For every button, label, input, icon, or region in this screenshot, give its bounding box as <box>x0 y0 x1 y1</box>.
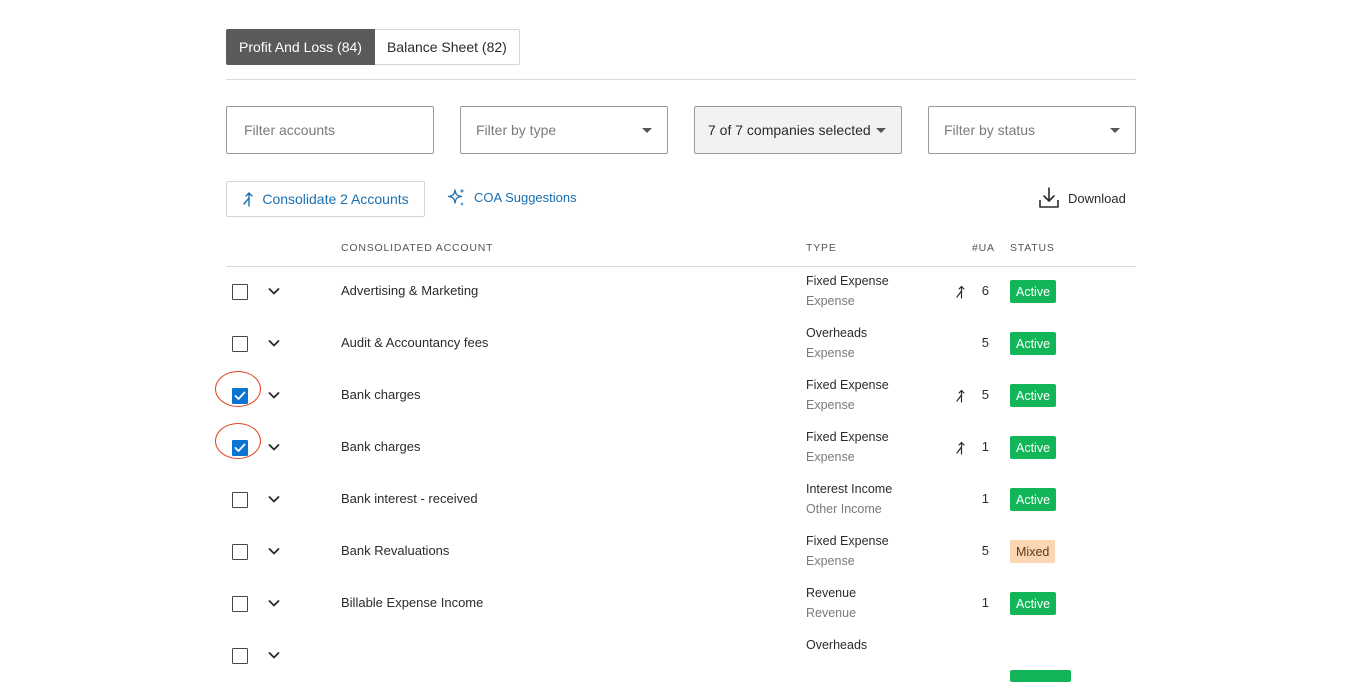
chevron-down-icon[interactable] <box>267 648 281 662</box>
sparkle-icon <box>447 188 465 206</box>
unconsolidated-count: 1 <box>981 439 989 454</box>
coa-suggestions-label: COA Suggestions <box>474 190 577 205</box>
status-badge: Active <box>1010 280 1057 303</box>
account-name: Advertising & Marketing <box>341 283 479 298</box>
status-badge <box>1010 670 1071 682</box>
account-subtype: Expense <box>806 554 855 568</box>
status-badge: Active <box>1010 332 1057 355</box>
companies-select-value: 7 of 7 companies selected <box>708 122 871 138</box>
unconsolidated-count: 5 <box>981 387 989 402</box>
account-name: Bank Revaluations <box>341 543 450 558</box>
caret-down-icon <box>642 128 652 133</box>
row-select-checkbox[interactable] <box>232 336 248 352</box>
chevron-down-icon[interactable] <box>267 388 281 402</box>
chevron-down-icon[interactable] <box>267 440 281 454</box>
coa-suggestions-button[interactable]: COA Suggestions <box>446 187 577 208</box>
table-header: CONSOLIDATED ACCOUNT TYPE #UA STATUS <box>226 238 1136 267</box>
chevron-down-icon[interactable] <box>267 596 281 610</box>
table-row[interactable]: Overheads <box>226 630 1136 682</box>
unconsolidated-count: 1 <box>981 595 989 610</box>
unconsolidated-count: 5 <box>981 543 989 558</box>
table-row[interactable]: Bank charges Fixed Expense Expense 1 Active <box>215 422 1136 474</box>
status-badge: Active <box>1010 592 1057 615</box>
table-row[interactable]: Billable Expense Income Revenue Revenue 1 Ac… <box>226 578 1136 630</box>
merge-arrow-icon <box>243 192 254 207</box>
table-row[interactable]: Bank charges Fixed Expense Expense 5 Active <box>215 370 1136 422</box>
account-name: Bank interest - received <box>341 491 478 506</box>
table-row[interactable]: Bank Revaluations Fixed Expense Expense 5 Mi… <box>226 526 1136 578</box>
account-subtype: Other Income <box>806 502 882 516</box>
caret-down-icon <box>876 128 886 133</box>
download-label: Download <box>1068 190 1126 206</box>
row-select-checkbox[interactable] <box>232 440 248 456</box>
filter-type-placeholder: Filter by type <box>476 122 557 138</box>
row-select-checkbox[interactable] <box>232 596 248 612</box>
row-select-checkbox[interactable] <box>232 544 248 560</box>
table-row[interactable]: Audit & Accountancy fees Overheads Expense… <box>226 318 1136 370</box>
caret-down-icon <box>1110 128 1120 133</box>
row-select-checkbox[interactable] <box>232 388 248 404</box>
account-subtype: Expense <box>806 398 855 412</box>
companies-select[interactable]: 7 of 7 companies selected <box>694 106 902 154</box>
checkmark-icon <box>234 443 246 452</box>
row-select-checkbox[interactable] <box>232 648 248 664</box>
status-badge: Active <box>1010 436 1057 459</box>
row-select-checkbox[interactable] <box>232 284 248 300</box>
column-header-ua[interactable]: #UA <box>972 242 995 254</box>
merge-icon <box>955 389 968 403</box>
account-subtype: Revenue <box>806 606 857 620</box>
account-type: Fixed Expense <box>806 378 889 392</box>
unconsolidated-count: 5 <box>981 335 989 350</box>
divider <box>226 79 1136 80</box>
status-badge: Active <box>1010 384 1057 407</box>
table-row[interactable]: Advertising & Marketing Fixed Expense Expe… <box>226 266 1136 318</box>
unconsolidated-count: 6 <box>981 283 989 298</box>
chevron-down-icon[interactable] <box>267 492 281 506</box>
column-header-account[interactable]: CONSOLIDATED ACCOUNT <box>341 242 493 254</box>
account-subtype: Expense <box>806 346 855 360</box>
account-subtype: Expense <box>806 294 855 308</box>
account-type: Fixed Expense <box>806 430 889 444</box>
consolidate-accounts-button[interactable]: Consolidate 2 Accounts <box>226 181 425 217</box>
account-type: Revenue <box>806 586 857 600</box>
account-subtype: Expense <box>806 450 855 464</box>
column-header-type[interactable]: TYPE <box>806 242 837 254</box>
filter-status-placeholder: Filter by status <box>944 122 1036 138</box>
filter-accounts-field[interactable] <box>226 106 434 154</box>
download-button[interactable]: Download <box>1038 186 1126 210</box>
checkmark-icon <box>234 391 246 400</box>
account-name: Bank charges <box>341 387 421 402</box>
chevron-down-icon[interactable] <box>267 336 281 350</box>
account-name: Billable Expense Income <box>341 595 484 610</box>
statement-tabs: Profit And Loss (84) Balance Sheet (82) <box>226 29 520 65</box>
status-badge: Active <box>1010 488 1057 511</box>
chevron-down-icon[interactable] <box>267 544 281 558</box>
filter-type-select[interactable]: Filter by type <box>460 106 668 154</box>
account-type: Fixed Expense <box>806 534 889 548</box>
download-icon <box>1039 187 1059 208</box>
unconsolidated-count: 1 <box>981 491 989 506</box>
status-badge: Mixed <box>1010 540 1056 563</box>
filter-accounts-input[interactable] <box>242 121 418 139</box>
tab-balance-sheet[interactable]: Balance Sheet (82) <box>374 29 520 65</box>
table-row[interactable]: Bank interest - received Interest Income O… <box>226 474 1136 526</box>
account-type: Overheads <box>806 638 868 652</box>
tab-profit-and-loss[interactable]: Profit And Loss (84) <box>226 29 375 65</box>
row-select-checkbox[interactable] <box>232 492 248 508</box>
account-type: Interest Income <box>806 482 893 496</box>
account-name: Bank charges <box>341 439 421 454</box>
account-type: Fixed Expense <box>806 274 889 288</box>
merge-icon <box>955 285 968 299</box>
chevron-down-icon[interactable] <box>267 284 281 298</box>
consolidate-accounts-label: Consolidate 2 Accounts <box>262 191 409 207</box>
account-name: Audit & Accountancy fees <box>341 335 489 350</box>
account-type: Overheads <box>806 326 868 340</box>
merge-icon <box>955 441 968 455</box>
filter-status-select[interactable]: Filter by status <box>928 106 1136 154</box>
column-header-status[interactable]: STATUS <box>1010 242 1055 254</box>
